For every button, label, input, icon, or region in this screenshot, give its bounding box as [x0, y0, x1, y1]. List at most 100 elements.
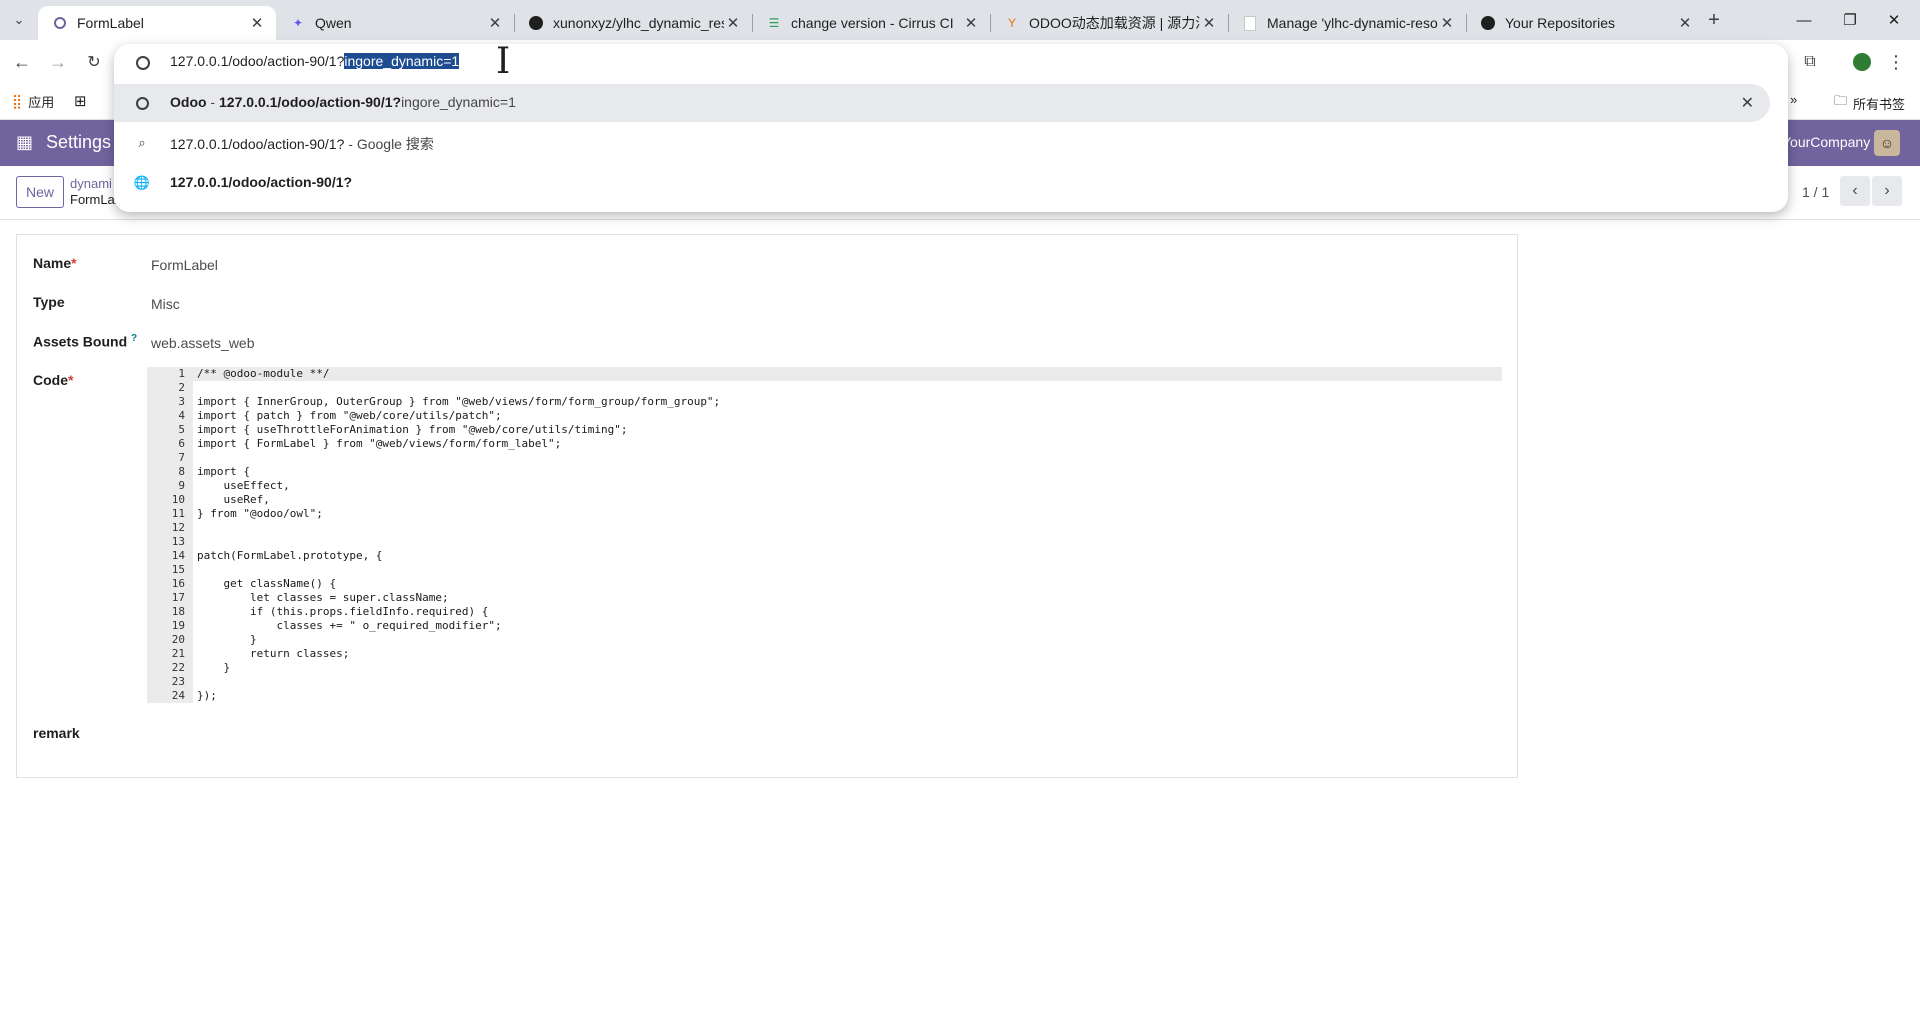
code-editor[interactable]: 1 /** @odoo-module **/ 2 3 import { InnerGro…: [147, 367, 1502, 703]
code-line: 1 /** @odoo-module **/: [147, 367, 1502, 381]
line-number: 8: [178, 465, 185, 478]
back-button[interactable]: ←: [8, 48, 36, 76]
code-line: 18 if (this.props.fieldInfo.required) {: [147, 605, 1502, 619]
line-number: 6: [178, 437, 185, 450]
code-label: Code*: [33, 372, 74, 388]
odoo-y-icon: Y: [1007, 16, 1016, 30]
code-text: return classes;: [197, 647, 350, 660]
code-line: 14 patch(FormLabel.prototype, {: [147, 549, 1502, 563]
name-field[interactable]: FormLabel: [151, 257, 218, 273]
close-tab-icon[interactable]: ✕: [1200, 14, 1218, 32]
company-switcher[interactable]: YourCompany: [1782, 134, 1870, 150]
pager-value[interactable]: 1 / 1: [1802, 184, 1829, 200]
browser-tab[interactable]: Y ODOO动态加载资源 | 源力汇 ✕: [990, 6, 1228, 40]
code-line: 24});: [147, 689, 1502, 703]
code-line: 5 import { useThrottleForAnimation } from…: [147, 423, 1502, 437]
suggestion-search[interactable]: ⌕ 127.0.0.1/odoo/action-90/1? - Google 搜…: [114, 124, 1788, 162]
assets-field[interactable]: web.assets_web: [151, 335, 255, 351]
reload-button[interactable]: ↻: [80, 48, 108, 76]
tab-search-button[interactable]: ⌄: [6, 8, 32, 32]
menu-icon[interactable]: ⋮: [1882, 48, 1910, 76]
close-tab-icon[interactable]: ✕: [1438, 14, 1456, 32]
tab-title: change version - Cirrus CI: [791, 15, 954, 31]
line-number: 24: [171, 689, 185, 702]
tab-title: Your Repositories: [1505, 15, 1615, 31]
line-number: 16: [171, 577, 185, 590]
app-name[interactable]: Settings: [46, 132, 111, 153]
app-menu-icon[interactable]: ▦: [16, 132, 33, 153]
code-text: import {: [197, 465, 250, 478]
text-cursor-icon: I: [496, 41, 511, 82]
code-text: get className() {: [197, 577, 337, 590]
line-number: 7: [178, 451, 185, 464]
code-line: 21 return classes;: [147, 647, 1502, 661]
code-line: 22 }: [147, 661, 1502, 675]
odoo-ring-icon: [52, 15, 68, 31]
browser-tab[interactable]: Your Repositories ✕: [1466, 6, 1704, 40]
tab-strip: ⌄ FormLabel ✕ ✦ Qwen ✕ xunonxyz/ylhc_dynamic_…: [0, 0, 1920, 40]
name-label: Name*: [33, 255, 77, 271]
history-icon: [136, 97, 149, 110]
address-bar[interactable]: 127.0.0.1/odoo/action-90/1?ingore_dynami…: [114, 41, 1788, 82]
line-number: 15: [171, 563, 185, 576]
tab-separator: [990, 14, 991, 32]
line-number: 19: [171, 619, 185, 632]
tab-title: FormLabel: [77, 15, 144, 31]
tab-groups-icon[interactable]: ⊞: [74, 92, 87, 110]
tab-separator: [514, 14, 515, 32]
restore-button[interactable]: ❐: [1828, 6, 1872, 34]
tab-title: Manage 'ylhc-dynamic-resou: [1267, 15, 1438, 31]
forward-button[interactable]: →: [44, 48, 72, 76]
address-input[interactable]: 127.0.0.1/odoo/action-90/1?ingore_dynami…: [170, 53, 460, 69]
code-text: }: [197, 633, 257, 646]
site-info-icon[interactable]: [136, 56, 150, 70]
line-number: 23: [171, 675, 185, 688]
remark-label: remark: [33, 725, 80, 741]
code-text: /** @odoo-module **/: [197, 367, 330, 380]
code-text: }: [197, 661, 231, 674]
tab-separator: [1466, 14, 1467, 32]
code-text: import { FormLabel } from "@web/views/fo…: [197, 437, 562, 450]
help-tooltip-icon[interactable]: ?: [131, 333, 137, 344]
code-line: 13: [147, 535, 1502, 549]
breadcrumb-parent[interactable]: dynami: [70, 176, 112, 191]
close-tab-icon[interactable]: ✕: [1676, 14, 1694, 32]
pager-previous-button[interactable]: ‹: [1840, 176, 1870, 206]
form-sheet: Name* FormLabel Type Misc Assets Bound ?…: [16, 234, 1518, 778]
line-number: 2: [178, 381, 185, 394]
browser-tab[interactable]: xunonxyz/ylhc_dynamic_reso ✕: [514, 6, 752, 40]
selected-text: ingore_dynamic=1: [344, 53, 460, 69]
browser-tab[interactable]: ☰ change version - Cirrus CI ✕: [752, 6, 990, 40]
profile-icon[interactable]: [1848, 48, 1876, 76]
type-field[interactable]: Misc: [151, 296, 180, 312]
code-line: 3 import { InnerGroup, OuterGroup } from …: [147, 395, 1502, 409]
close-window-button[interactable]: ✕: [1872, 6, 1916, 34]
more-bookmarks-icon[interactable]: »: [1790, 92, 1797, 107]
extensions-icon[interactable]: ⧉: [1796, 48, 1824, 76]
new-tab-button[interactable]: +: [1700, 8, 1728, 32]
remove-suggestion-icon[interactable]: ✕: [1741, 93, 1754, 113]
code-text: import { patch } from "@web/core/utils/p…: [197, 409, 502, 422]
code-line: 8 import {: [147, 465, 1502, 479]
close-tab-icon[interactable]: ✕: [248, 14, 266, 32]
close-tab-icon[interactable]: ✕: [486, 14, 504, 32]
browser-tab[interactable]: Manage 'ylhc-dynamic-resou ✕: [1228, 6, 1466, 40]
avatar[interactable]: ☺: [1874, 130, 1900, 156]
suggestion-url[interactable]: 🌐 127.0.0.1/odoo/action-90/1?: [114, 164, 1788, 202]
apps-bookmark[interactable]: ⣿ 应用: [12, 92, 54, 111]
code-line: 23: [147, 675, 1502, 689]
code-text: if (this.props.fieldInfo.required) {: [197, 605, 489, 618]
close-tab-icon[interactable]: ✕: [724, 14, 742, 32]
tab-separator: [1228, 14, 1229, 32]
minimize-button[interactable]: —: [1782, 6, 1826, 34]
all-bookmarks[interactable]: 🗀 所有书签: [1834, 92, 1905, 114]
code-text: import { useThrottleForAnimation } from …: [197, 423, 628, 436]
browser-tab[interactable]: FormLabel ✕: [38, 6, 276, 40]
line-number: 3: [178, 395, 185, 408]
tab-title: xunonxyz/ylhc_dynamic_reso: [553, 15, 724, 31]
new-button[interactable]: New: [16, 176, 64, 208]
browser-tab[interactable]: ✦ Qwen ✕: [276, 6, 514, 40]
close-tab-icon[interactable]: ✕: [962, 14, 980, 32]
pager-next-button[interactable]: ›: [1872, 176, 1902, 206]
suggestion-history[interactable]: Odoo - 127.0.0.1/odoo/action-90/1?ingore…: [114, 84, 1770, 122]
